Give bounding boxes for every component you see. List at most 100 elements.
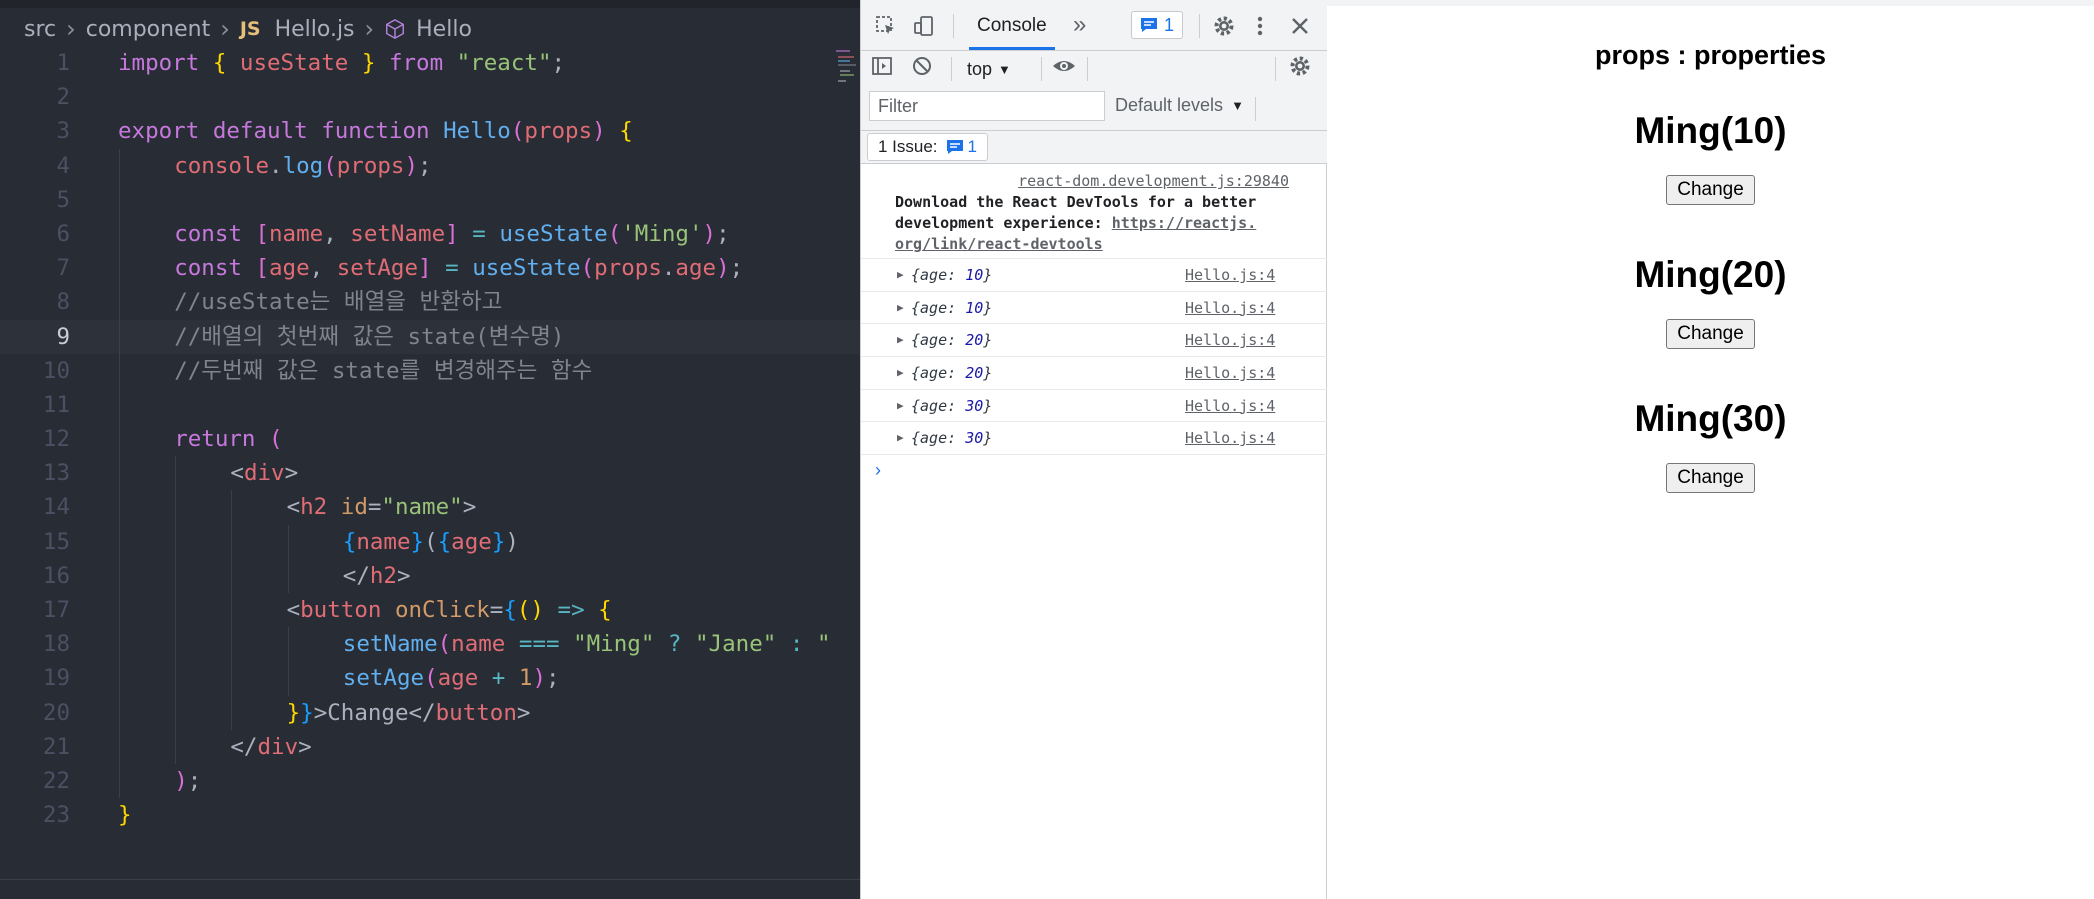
code-line[interactable]: 22); xyxy=(0,763,860,799)
code-line[interactable]: 1 import { useState } from "react"; xyxy=(0,46,860,80)
context-selector[interactable]: top ▼ xyxy=(967,55,1011,83)
code-line[interactable]: 17 <button onClick={() => { xyxy=(0,593,860,628)
indent-guide xyxy=(119,490,120,525)
breadcrumb-item-file[interactable]: Hello.js xyxy=(275,17,355,42)
console-log-entry[interactable]: ▶ {age: 10} Hello.js:4 xyxy=(861,259,1327,292)
settings-gear-icon[interactable] xyxy=(1211,13,1237,39)
indent-guide xyxy=(119,148,120,183)
code-line[interactable]: 9 //배열의 첫번째 값은 state(변수명) xyxy=(0,319,860,354)
issues-button[interactable]: 1 Issue: 1 xyxy=(867,133,989,161)
code-token: ( xyxy=(323,152,337,179)
expand-arrow-icon[interactable]: ▶ xyxy=(897,422,904,455)
inspect-element-icon[interactable] xyxy=(873,13,899,39)
sidebar-toggle-icon[interactable] xyxy=(869,53,895,79)
code-token: > xyxy=(516,699,531,726)
code-token: { xyxy=(437,528,452,555)
object-brace: } xyxy=(983,364,993,383)
message-source-link[interactable]: react-dom.development.js:29840 xyxy=(895,171,1289,192)
change-button[interactable]: Change xyxy=(1666,175,1755,205)
symbol-cube-icon xyxy=(386,18,405,40)
log-source-link[interactable]: Hello.js:4 xyxy=(1185,422,1275,455)
issues-counter-button[interactable]: 1 xyxy=(1131,11,1184,39)
log-levels-dropdown[interactable]: Default levels ▼ xyxy=(1115,95,1244,116)
log-source-link[interactable]: Hello.js:4 xyxy=(1185,324,1275,357)
code-lines[interactable]: 1 import { useState } from "react"; 2 3 expo… xyxy=(0,46,860,832)
horizontal-scrollbar[interactable] xyxy=(0,879,860,899)
object-brace: } xyxy=(983,331,993,350)
code-line[interactable]: 11 xyxy=(0,387,860,423)
line-number: 20 xyxy=(42,699,70,726)
toolbar-divider xyxy=(1275,57,1276,81)
code-line[interactable]: 23} xyxy=(0,798,860,832)
breadcrumb-item-component[interactable]: component xyxy=(86,17,210,42)
breadcrumb: src › component › JS Hello.js › Hello xyxy=(24,12,472,46)
code-line[interactable]: 4 console.log(props); xyxy=(0,148,860,183)
change-button[interactable]: Change xyxy=(1666,319,1755,349)
chevron-right-icon: › xyxy=(364,15,375,43)
log-source-link[interactable]: Hello.js:4 xyxy=(1185,357,1275,390)
code-line[interactable]: 20}}>Change</button> xyxy=(0,695,860,730)
expand-arrow-icon[interactable]: ▶ xyxy=(897,292,904,325)
indent-guide xyxy=(119,285,120,320)
code-token: onClick xyxy=(394,597,490,623)
close-icon[interactable] xyxy=(1287,13,1313,39)
line-number: 12 xyxy=(42,426,70,453)
console-log-entry[interactable]: ▶ {age: 30} Hello.js:4 xyxy=(861,422,1327,456)
live-expression-eye-icon[interactable] xyxy=(1051,53,1077,79)
code-line[interactable]: 18 setName(name === "Ming" ? "Jane" : " xyxy=(0,627,860,662)
code-editor[interactable]: src › component › JS Hello.js › Hello 1 i… xyxy=(0,0,860,899)
indent-guide xyxy=(231,593,233,628)
message-line-1: Download the React DevTools for a better xyxy=(895,193,1257,211)
code-line[interactable]: 6 const [name, setName] = useState('Ming'… xyxy=(0,216,860,252)
code-line[interactable]: 15 {name}({age}) xyxy=(0,524,860,559)
code-line[interactable]: 13 <div> xyxy=(0,456,860,491)
issues-count-group: 1 xyxy=(946,137,977,157)
code-line[interactable]: 19 setAge(age + 1); xyxy=(0,661,860,696)
code-line[interactable]: 2 xyxy=(0,80,860,114)
devtools-link-part1[interactable]: https://reactjs. xyxy=(1112,214,1257,232)
console-log-entry[interactable]: ▶ {age: 20} Hello.js:4 xyxy=(861,324,1327,358)
indent-guide xyxy=(119,456,120,491)
tab-console[interactable]: Console xyxy=(969,12,1055,50)
code-line[interactable]: 7 const [age, setAge] = useState(props.ag… xyxy=(0,251,860,286)
console-prompt[interactable]: › xyxy=(875,460,881,481)
code-text: return ( xyxy=(174,422,282,456)
code-line[interactable]: 8 //useState는 배열을 반환하고 xyxy=(0,285,860,320)
expand-arrow-icon[interactable]: ▶ xyxy=(897,259,904,292)
code-line[interactable]: 3 export default function Hello(props) { xyxy=(0,114,860,148)
indent-guide xyxy=(287,627,289,662)
minimap[interactable] xyxy=(836,48,856,98)
log-source-link[interactable]: Hello.js:4 xyxy=(1185,259,1275,292)
clear-console-icon[interactable] xyxy=(909,53,935,79)
code-text: <h2 id="name"> xyxy=(287,490,477,524)
devtools-link-part2[interactable]: org/link/react-devtools xyxy=(895,235,1103,253)
expand-arrow-icon[interactable]: ▶ xyxy=(897,324,904,357)
more-tabs-icon[interactable]: » xyxy=(1073,11,1086,39)
indent-guide xyxy=(119,319,120,354)
log-source-link[interactable]: Hello.js:4 xyxy=(1185,292,1275,325)
code-line[interactable]: 21 </div> xyxy=(0,729,860,764)
code-line[interactable]: 12 return ( xyxy=(0,422,860,457)
device-toolbar-icon[interactable] xyxy=(911,13,937,39)
more-options-icon[interactable] xyxy=(1247,13,1273,39)
breadcrumb-item-symbol[interactable]: Hello xyxy=(416,17,472,42)
console-log-entry[interactable]: ▶ {age: 20} Hello.js:4 xyxy=(861,357,1327,390)
code-line[interactable]: 14 <h2 id="name"> xyxy=(0,490,860,525)
code-token: { xyxy=(212,50,240,76)
code-line[interactable]: 5 xyxy=(0,182,860,217)
expand-arrow-icon[interactable]: ▶ xyxy=(897,357,904,390)
breadcrumb-item-src[interactable]: src xyxy=(24,17,56,42)
indent-guide xyxy=(175,524,177,559)
code-line[interactable]: 10 //두번째 값은 state를 변경해주는 함수 xyxy=(0,353,860,388)
console-settings-gear-icon[interactable] xyxy=(1287,53,1313,79)
code-line[interactable]: 16 </h2> xyxy=(0,558,860,593)
change-button[interactable]: Change xyxy=(1666,463,1755,493)
expand-arrow-icon[interactable]: ▶ xyxy=(897,390,904,423)
code-token: //배열의 첫번째 값은 state(변수명) xyxy=(174,323,565,350)
console-filter-input[interactable] xyxy=(869,91,1105,121)
code-token: 'Ming' xyxy=(621,220,703,247)
console-log-entry[interactable]: ▶ {age: 10} Hello.js:4 xyxy=(861,292,1327,325)
log-source-link[interactable]: Hello.js:4 xyxy=(1185,390,1275,423)
console-log-entry[interactable]: ▶ {age: 30} Hello.js:4 xyxy=(861,390,1327,423)
toolbar-divider xyxy=(953,14,954,38)
